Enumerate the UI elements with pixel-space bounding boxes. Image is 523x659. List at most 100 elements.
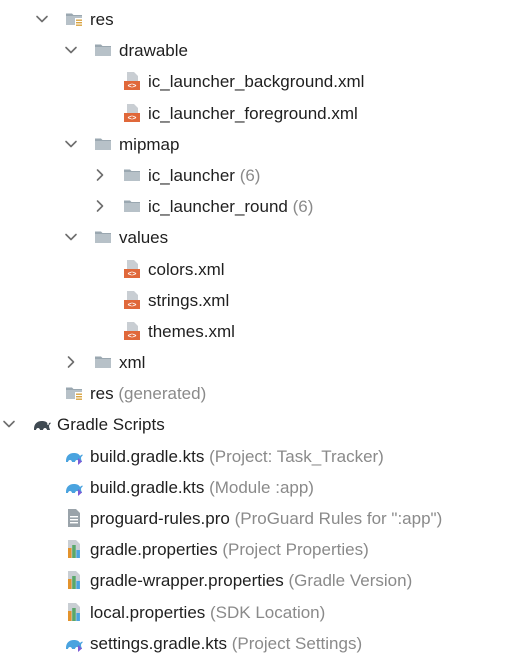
tree-row-label: xml (119, 352, 145, 373)
tree-row[interactable]: build.gradle.kts (Project: Task_Tracker) (0, 441, 523, 472)
tree-row[interactable]: ic_launcher_round (6) (0, 191, 523, 222)
tree-row-label: values (119, 227, 168, 248)
tree-row-hint: (Project Settings) (231, 633, 363, 653)
text-file-icon (64, 508, 84, 528)
tree-row-name: ic_launcher_round (148, 197, 288, 217)
tree-row-name: ic_launcher (148, 165, 235, 185)
xml-file-icon: <> (122, 103, 142, 123)
tree-row-hint: (SDK Location) (210, 602, 326, 622)
tree-row-name: settings.gradle.kts (90, 633, 228, 653)
tree-row-name: build.gradle.kts (90, 446, 205, 466)
tree-row[interactable]: <> ic_launcher_background.xml (0, 66, 523, 97)
tree-row-name: res (90, 384, 114, 404)
chevron-right-icon[interactable] (63, 354, 79, 370)
tree-row-name: xml (119, 353, 146, 373)
tree-row-hint: (generated) (118, 384, 207, 404)
properties-file-icon (64, 539, 84, 559)
tree-row-label: mipmap (119, 134, 179, 155)
folder-icon (122, 196, 142, 216)
properties-file-icon (64, 602, 84, 622)
tree-row[interactable]: ic_launcher (6) (0, 160, 523, 191)
tree-row-name: themes.xml (148, 321, 235, 341)
tree-row-label: themes.xml (148, 321, 235, 342)
tree-row-label: res (90, 9, 114, 30)
tree-row-label: gradle.properties (Project Properties) (90, 539, 369, 560)
tree-row-hint: (ProGuard Rules for ":app") (234, 509, 443, 528)
tree-row[interactable]: <> themes.xml (0, 316, 523, 347)
tree-row-name: Gradle Scripts (57, 415, 165, 435)
tree-row-label: ic_launcher_background.xml (148, 71, 364, 92)
tree-row-label: settings.gradle.kts (Project Settings) (90, 633, 362, 654)
chevron-down-icon[interactable] (63, 229, 79, 245)
tree-row-label: Gradle Scripts (57, 414, 165, 435)
tree-row-name: values (119, 228, 169, 248)
tree-row[interactable]: build.gradle.kts (Module :app) (0, 472, 523, 503)
svg-text:<>: <> (128, 113, 137, 122)
tree-row-name: strings.xml (148, 290, 230, 310)
tree-row-label: ic_launcher_round (6) (148, 196, 313, 217)
tree-row[interactable]: local.properties (SDK Location) (0, 597, 523, 628)
folder-icon (93, 227, 113, 247)
tree-row-name: proguard-rules.pro (90, 509, 230, 528)
svg-text:<>: <> (128, 82, 137, 91)
tree-row-hint: (6) (239, 165, 261, 185)
tree-row-label: colors.xml (148, 259, 225, 280)
tree-row-hint: (Project Properties) (222, 540, 369, 560)
properties-file-icon (64, 570, 84, 590)
svg-text:<>: <> (128, 300, 137, 309)
tree-row[interactable]: <> ic_launcher_foreground.xml (0, 98, 523, 129)
chevron-right-icon[interactable] (92, 198, 108, 214)
tree-row-label: proguard-rules.pro (ProGuard Rules for "… (90, 508, 442, 529)
tree-row-name: gradle-wrapper.properties (90, 571, 284, 591)
chevron-down-icon[interactable] (63, 42, 79, 58)
tree-row[interactable]: gradle.properties (Project Properties) (0, 534, 523, 565)
tree-row[interactable]: mipmap (0, 129, 523, 160)
tree-row-label: build.gradle.kts (Module :app) (90, 477, 314, 498)
tree-row-name: res (90, 10, 114, 29)
chevron-down-icon[interactable] (34, 11, 50, 27)
tree-row-label: res (generated) (90, 383, 206, 404)
folder-icon (93, 134, 113, 154)
tree-row[interactable]: drawable (0, 35, 523, 66)
tree-row-name: drawable (119, 41, 188, 61)
chevron-right-icon[interactable] (92, 167, 108, 183)
tree-row[interactable]: <> strings.xml (0, 285, 523, 316)
tree-row-label: local.properties (SDK Location) (90, 602, 325, 623)
tree-row-label: ic_launcher_foreground.xml (148, 103, 358, 124)
xml-file-icon: <> (122, 71, 142, 91)
tree-row-hint: (Project: Task_Tracker) (209, 446, 384, 466)
tree-row-label: gradle-wrapper.properties (Gradle Versio… (90, 570, 412, 591)
folder-icon (93, 352, 113, 372)
gradle-elephant-icon (31, 414, 51, 434)
chevron-down-icon[interactable] (1, 416, 17, 432)
tree-row-name: local.properties (90, 602, 206, 622)
tree-row[interactable]: res (generated) (0, 378, 523, 409)
tree-row-name: build.gradle.kts (90, 477, 205, 497)
tree-row-name: gradle.properties (90, 540, 218, 560)
tree-row-hint: (6) (292, 197, 314, 217)
tree-row-name: colors.xml (148, 259, 225, 279)
project-tree: res drawable <> ic_launcher_background.xml <… (0, 4, 523, 659)
tree-row-name: ic_launcher_foreground.xml (148, 103, 358, 123)
svg-text:<>: <> (128, 269, 137, 278)
chevron-down-icon[interactable] (63, 136, 79, 152)
tree-row[interactable]: settings.gradle.kts (Project Settings) (0, 628, 523, 659)
svg-text:<>: <> (128, 331, 137, 340)
tree-row-name: ic_launcher_background.xml (148, 72, 365, 92)
tree-row-label: build.gradle.kts (Project: Task_Tracker) (90, 446, 384, 467)
xml-file-icon: <> (122, 290, 142, 310)
tree-row[interactable]: Gradle Scripts (0, 409, 523, 440)
tree-row[interactable]: proguard-rules.pro (ProGuard Rules for "… (0, 503, 523, 534)
tree-row[interactable]: gradle-wrapper.properties (Gradle Versio… (0, 565, 523, 596)
gradle-kts-icon (64, 477, 84, 497)
tree-row[interactable]: res (0, 4, 523, 35)
xml-file-icon: <> (122, 321, 142, 341)
gradle-kts-icon (64, 633, 84, 653)
tree-row-label: ic_launcher (6) (148, 165, 260, 186)
tree-row[interactable]: <> colors.xml (0, 254, 523, 285)
res-folder-icon (64, 9, 84, 29)
tree-row-label: strings.xml (148, 290, 229, 311)
res-folder-icon (64, 383, 84, 403)
tree-row[interactable]: values (0, 222, 523, 253)
tree-row[interactable]: xml (0, 347, 523, 378)
